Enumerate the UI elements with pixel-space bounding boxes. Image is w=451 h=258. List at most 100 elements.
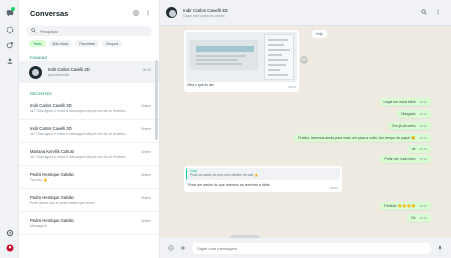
chat-list-item[interactable]: Mariana Kervllis Cultura Ontem ok? Olha … xyxy=(19,143,159,166)
chat-name: Pedro Henrique Galvão xyxy=(30,194,74,200)
nav-rail xyxy=(0,0,19,258)
reaction-icon[interactable] xyxy=(300,56,308,64)
message-text: Legal ver essa ideia xyxy=(383,100,416,104)
message-time: 08:31 xyxy=(288,85,296,89)
message-input[interactable] xyxy=(192,242,431,254)
chat-preview: Mensagem xyxy=(30,224,47,229)
chat-preview: Ta certo 👍 xyxy=(30,178,48,183)
new-chat-icon[interactable] xyxy=(133,10,139,17)
contact-subtitle: Clique para dados do contato xyxy=(183,13,225,18)
chat-list-item[interactable]: Indir Carlos Cavelli 3D Ontem ok? Olha a… xyxy=(19,120,159,143)
sidebar-scrollbar[interactable] xyxy=(155,60,158,140)
message-list[interactable]: Olha o que fiz daí 08:31 Hoje Legal ver … xyxy=(160,26,451,238)
image-attachment[interactable] xyxy=(186,32,297,82)
chat-name: Indir Carlos Cavelli 3D xyxy=(48,66,90,72)
message-text: Sim já dá certo xyxy=(391,124,416,128)
quoted-text: Pode ser assim do que outro detalhe de v… xyxy=(190,173,259,177)
chat-time: Ontem xyxy=(140,218,151,223)
settings-icon[interactable] xyxy=(5,228,14,237)
pinned-chat-row[interactable]: Indir Carlos Cavelli 3D 08:40 Ignore/ins… xyxy=(19,61,159,83)
conversation-panel: Indir Carlos Cavelli 3D Clique para dado… xyxy=(160,0,451,258)
search-icon xyxy=(31,28,36,34)
contact-name: Indir Carlos Cavelli 3D xyxy=(183,7,228,13)
message-text: Perfeito 👏👏👏👏 xyxy=(384,204,416,208)
emoji-icon[interactable] xyxy=(168,244,174,252)
incoming-message[interactable]: Você Pode ser assim do que outro detalhe… xyxy=(184,166,342,192)
menu-icon[interactable] xyxy=(435,9,441,16)
message-composer xyxy=(160,238,451,258)
chat-name: Pedro Henrique Galvão xyxy=(30,217,74,223)
chat-preview: ok? Olha agora e envia a mensagem depois… xyxy=(30,132,129,137)
unread-badge xyxy=(11,7,15,11)
channels-icon[interactable] xyxy=(5,40,14,49)
message-text: Prático, teremos ainda para mais um para… xyxy=(298,136,416,140)
message-time: 08:35 xyxy=(419,204,427,208)
quoted-message[interactable]: Você Pode ser assim do que outro detalhe… xyxy=(186,168,340,180)
message-time: 08:33 xyxy=(419,136,427,140)
filter-chip-unread[interactable]: Não lidas xyxy=(48,40,73,47)
chat-list-item[interactable]: Pedro Henrique Galvão Ontem Ta certo 👍 xyxy=(19,166,159,189)
chat-time: Ontem xyxy=(140,103,151,108)
outgoing-message[interactable]: Perfeito 👏👏👏👏 08:35 xyxy=(380,202,431,210)
outgoing-message[interactable]: Pode ver, tudo bem 08:33 xyxy=(380,155,431,163)
filter-chips: Tudo Não lidas Favoritas Grupos xyxy=(19,36,159,47)
message-time: 08:32 xyxy=(419,112,427,116)
whatsapp-app: Conversas Tudo Não lidas Favoritas Grupo… xyxy=(0,0,451,258)
chat-name: Indir Carlos Cavelli 3D xyxy=(30,102,72,108)
chat-preview: Pode deixar que eu aviso assim que entra… xyxy=(30,201,98,206)
filter-chip-favorites[interactable]: Favoritas xyxy=(75,40,99,47)
message-time: 08:35 xyxy=(419,216,427,220)
microphone-icon[interactable] xyxy=(437,245,443,252)
message-time: 08:33 xyxy=(419,157,427,161)
chat-list-item[interactable]: Indir Carlos Cavelli 3D Ontem ok? Olha a… xyxy=(19,97,159,120)
pinned-section-label: FIXADAS xyxy=(30,55,48,60)
chat-time: Ontem xyxy=(140,126,151,131)
outgoing-message[interactable]: Sim já dá certo 08:32 xyxy=(387,122,431,130)
menu-icon[interactable] xyxy=(145,10,151,17)
communities-icon[interactable] xyxy=(5,56,14,65)
outgoing-message[interactable]: ok 08:33 xyxy=(407,145,431,153)
message-text: ok xyxy=(411,147,416,151)
status-icon[interactable] xyxy=(5,25,14,34)
outgoing-message[interactable]: Obrigado 08:32 xyxy=(396,110,431,118)
chats-icon[interactable] xyxy=(5,7,15,17)
recent-section-label: RECENTES xyxy=(30,91,52,96)
chat-time: Ontem xyxy=(140,172,151,177)
chat-name: Indir Carlos Cavelli 3D xyxy=(30,125,72,131)
search-icon[interactable] xyxy=(421,9,427,16)
message-text: Pode ser assim do que faremos ao termina… xyxy=(188,183,270,187)
chat-time: Ontem xyxy=(140,149,151,154)
contact-avatar[interactable] xyxy=(166,7,177,18)
date-pill: Hoje xyxy=(312,30,327,38)
avatar xyxy=(29,65,42,79)
message-text: Obrigado xyxy=(400,112,416,116)
message-text: Ok xyxy=(410,216,416,220)
outgoing-message[interactable]: Prático, teremos ainda para mais um para… xyxy=(294,134,431,142)
chat-preview: Ignore/inscrito xyxy=(48,73,70,78)
image-caption: Olha o que fiz daí xyxy=(187,83,214,87)
sidebar-header: Conversas xyxy=(19,0,159,26)
sidebar-title: Conversas xyxy=(30,8,69,18)
attach-icon[interactable] xyxy=(180,245,186,252)
message-time: 08:33 xyxy=(419,147,427,151)
chat-preview: ok? Olha agora e envia a mensagem depois… xyxy=(30,109,129,114)
chat-time: Ontem xyxy=(140,195,151,200)
chat-list-item[interactable]: Pedro Henrique Galvão Ontem Pode deixar … xyxy=(19,189,159,212)
chat-name: Pedro Henrique Galvão xyxy=(30,171,74,177)
chat-list-panel: Conversas Tudo Não lidas Favoritas Grupo… xyxy=(19,0,160,258)
message-time: 08:34 xyxy=(330,186,338,190)
filter-chip-all[interactable]: Tudo xyxy=(29,40,46,47)
image-message[interactable]: Olha o que fiz daí 08:31 xyxy=(184,30,299,92)
chat-time: 08:40 xyxy=(142,67,152,72)
message-time: 08:32 xyxy=(419,124,427,128)
chat-name: Mariana Kervllis Cultura xyxy=(30,148,75,154)
profile-icon[interactable] xyxy=(5,243,14,252)
chat-list-item[interactable]: Pedro Henrique Galvão Ontem Mensagem xyxy=(19,212,159,235)
message-time: 08:32 xyxy=(419,100,427,104)
outgoing-message[interactable]: Ok 08:35 xyxy=(406,214,431,222)
search-bar[interactable] xyxy=(26,26,152,36)
outgoing-message[interactable]: Legal ver essa ideia 08:32 xyxy=(379,98,431,106)
filter-chip-groups[interactable]: Grupos xyxy=(101,40,123,47)
search-input[interactable] xyxy=(40,28,140,34)
conversation-header[interactable]: Indir Carlos Cavelli 3D Clique para dado… xyxy=(160,0,451,26)
